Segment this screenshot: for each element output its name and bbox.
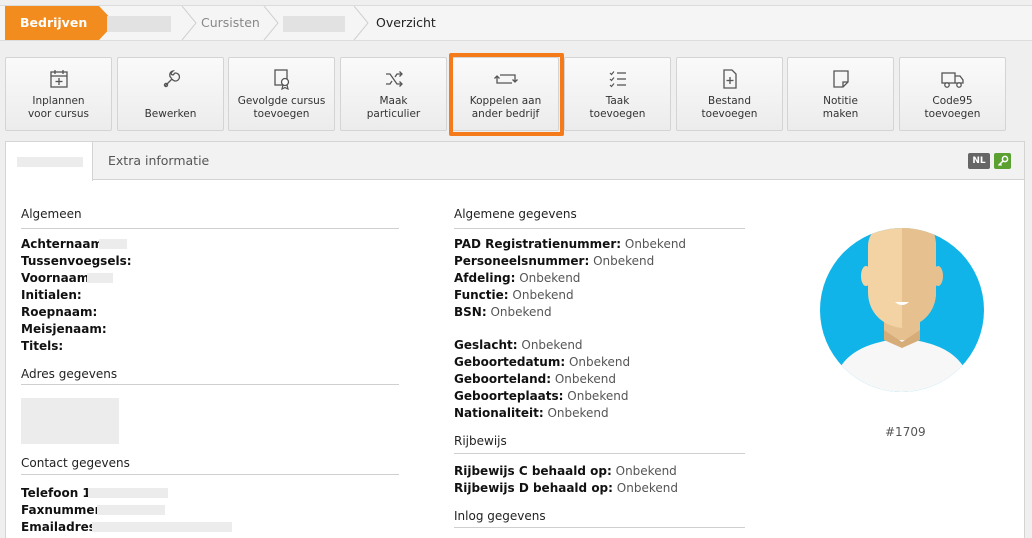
field-row: Titels: — [21, 339, 64, 353]
redacted-value — [88, 488, 168, 498]
field-row: Achternaam: — [21, 237, 108, 251]
section-divider — [21, 228, 399, 229]
link-other-company-button[interactable]: Koppelen aan ander bedrijf — [452, 57, 559, 131]
add-code95-label: Code95 toevoegen — [924, 95, 981, 120]
section-title-rijbewijs: Rijbewijs — [454, 434, 507, 448]
breadcrumb-student-redacted[interactable] — [283, 16, 345, 32]
field-row: Rijbewijs D behaald op: Onbekend — [454, 481, 678, 495]
breadcrumb-company-redacted[interactable] — [107, 16, 171, 32]
edit-button[interactable]: Bewerken — [117, 57, 224, 131]
field-row: Afdeling: Onbekend — [454, 271, 581, 285]
tab-general-label-redacted — [17, 157, 83, 167]
address-redacted — [21, 398, 119, 444]
add-file-label: Bestand toevoegen — [701, 95, 758, 120]
breadcrumb-bedrijven[interactable]: Bedrijven — [5, 6, 115, 40]
section-title-contact: Contact gegevens — [21, 456, 130, 470]
section-divider — [454, 453, 745, 454]
section-title-algemeen: Algemeen — [21, 207, 82, 221]
note-icon — [788, 68, 893, 90]
section-divider — [21, 474, 399, 475]
breadcrumb: Bedrijven Cursisten Overzicht — [0, 5, 1032, 41]
link-other-company-label: Koppelen aan ander bedrijf — [469, 95, 542, 120]
field-row: Initialen: — [21, 288, 82, 302]
section-divider — [454, 228, 745, 229]
tab-general[interactable] — [6, 142, 93, 181]
task-list-icon — [565, 68, 670, 90]
section-divider — [21, 384, 399, 385]
plan-course-label: Inplannen voor cursus — [27, 95, 90, 120]
field-row: Nationaliteit: Onbekend — [454, 406, 609, 420]
field-row: Emailadres: — [21, 520, 101, 534]
field-row: Functie: Onbekend — [454, 288, 574, 302]
field-row: PAD Registratienummer: Onbekend — [454, 237, 687, 251]
breadcrumb-overzicht: Overzicht — [376, 15, 436, 30]
make-note-label: Notitie maken — [822, 95, 859, 120]
field-row: Geslacht: Onbekend — [454, 338, 583, 352]
section-title-adres: Adres gegevens — [21, 367, 118, 381]
field-row: Geboortedatum: Onbekend — [454, 355, 631, 369]
redacted-value — [87, 273, 113, 283]
section-title-inlog: Inlog gegevens — [454, 509, 546, 523]
field-row: Tussenvoegsels: — [21, 254, 132, 268]
breadcrumb-separator — [352, 6, 370, 40]
truck-icon — [900, 68, 1005, 90]
avatar — [818, 206, 986, 410]
breadcrumb-separator — [262, 6, 280, 40]
add-task-label: Taak toevoegen — [589, 95, 646, 120]
add-followed-course-label: Gevolgde cursus toevoegen — [237, 95, 326, 120]
profile-id: #1709 — [885, 425, 926, 439]
calendar-plus-icon — [6, 68, 111, 90]
key-button[interactable] — [994, 153, 1011, 169]
section-title-algemene-gegevens: Algemene gegevens — [454, 207, 577, 221]
section-divider — [454, 527, 745, 528]
redacted-value — [99, 239, 127, 249]
breadcrumb-cursisten[interactable]: Cursisten — [201, 6, 260, 40]
redacted-value — [92, 522, 232, 532]
retweet-icon — [453, 68, 558, 90]
add-code95-button[interactable]: Code95 toevoegen — [899, 57, 1006, 131]
make-note-button[interactable]: Notitie maken — [787, 57, 894, 131]
field-row: Geboorteplaats: Onbekend — [454, 389, 629, 403]
make-private-button[interactable]: Maak particulier — [340, 57, 447, 131]
field-row: Voornaam: — [21, 271, 95, 285]
file-plus-icon — [677, 68, 782, 90]
plan-course-button[interactable]: Inplannen voor cursus — [5, 57, 112, 131]
field-row: Personeelsnummer: Onbekend — [454, 254, 655, 268]
add-followed-course-button[interactable]: Gevolgde cursus toevoegen — [228, 57, 335, 131]
language-badge[interactable]: NL — [968, 153, 990, 169]
breadcrumb-separator — [180, 6, 198, 40]
add-task-button[interactable]: Taak toevoegen — [564, 57, 671, 131]
field-row: BSN: Onbekend — [454, 305, 552, 319]
tab-extra-informatie[interactable]: Extra informatie — [108, 153, 209, 168]
key-icon — [997, 155, 1008, 167]
tab-bar: Extra informatie NL — [6, 142, 1024, 181]
field-row: Meisjenaam: — [21, 322, 107, 336]
make-private-label: Maak particulier — [366, 95, 421, 120]
edit-label: Bewerken — [144, 108, 197, 120]
redacted-value — [97, 505, 165, 515]
field-row: Roepnaam: — [21, 305, 98, 319]
certificate-icon — [229, 68, 334, 90]
wrench-icon — [118, 68, 223, 90]
field-row: Rijbewijs C behaald op: Onbekend — [454, 464, 677, 478]
field-row: Telefoon 1: — [21, 486, 96, 500]
add-file-button[interactable]: Bestand toevoegen — [676, 57, 783, 131]
field-row: Geboorteland: Onbekend — [454, 372, 617, 386]
field-row: Faxnummer: — [21, 503, 106, 517]
shuffle-icon — [341, 68, 446, 90]
